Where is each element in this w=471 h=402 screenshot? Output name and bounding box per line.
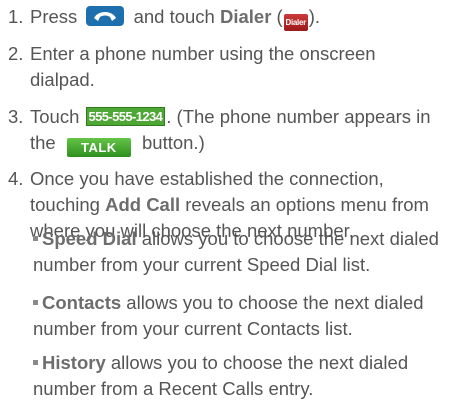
step-number: 3.: [8, 106, 24, 127]
phone-number-button: 555-555-1234: [85, 107, 166, 126]
bullet-square-icon: [33, 300, 38, 306]
step-1: 1. Press and touch Dialer (Dialer).: [8, 4, 468, 31]
step-text: Press: [30, 6, 78, 27]
step-text: button.): [142, 132, 205, 153]
talk-button: TALK: [66, 138, 131, 157]
bullet-speed-dial: Speed Dial allows you to choose the next…: [33, 226, 469, 278]
step-text-cont: touching Add Call reveals an options men…: [8, 192, 468, 218]
step-number: 1.: [8, 6, 24, 27]
bullet-title: Speed Dial: [42, 228, 137, 249]
step-text: and touch: [133, 6, 215, 27]
bullet-square-icon: [33, 360, 38, 366]
phone-icon: [86, 6, 125, 26]
bullet-text-cont: number from a Recent Calls entry.: [33, 378, 314, 399]
step-text: Once you have established the connection…: [30, 168, 384, 189]
step-text: the: [30, 132, 56, 153]
bullet-text: allows you to choose the next dialed: [126, 292, 424, 313]
step-number: 4.: [8, 168, 24, 189]
bullet-title: History: [42, 352, 106, 373]
bullet-title: Contacts: [42, 292, 122, 313]
bullet-square-icon: [33, 236, 38, 242]
add-call-label: Add Call: [105, 194, 181, 215]
step-number: 2.: [8, 43, 24, 64]
bullet-contacts: Contacts allows you to choose the next d…: [33, 290, 469, 342]
step-2: 2. Enter a phone number using the onscree…: [8, 41, 468, 93]
bullet-text-cont: number from your current Speed Dial list…: [33, 254, 371, 275]
bullet-text: allows you to choose the next dialed: [141, 228, 439, 249]
step-3: 3. Touch 555-555-1234. (The phone number …: [8, 104, 468, 157]
step-text-cont: dialpad.: [30, 69, 95, 90]
step-text: . (The phone number appears in: [166, 106, 431, 127]
bullet-text: allows you to choose the next dialed: [110, 352, 409, 373]
instructions-page: 1. Press and touch Dialer (Dialer). 2. Ent…: [0, 0, 471, 399]
step-text: touching: [30, 194, 100, 215]
step-text-cont: the TALK button.): [8, 130, 468, 157]
step-text: reveals an options menu from: [185, 194, 429, 215]
step-text: (: [276, 6, 283, 27]
dialer-label: Dialer: [219, 6, 272, 27]
step-text: Enter a phone number using the onscreen: [30, 43, 376, 64]
dialer-icon: Dialer: [283, 14, 308, 31]
step-text: ).: [308, 6, 321, 27]
bullet-history: History allows you to choose the next di…: [33, 350, 469, 402]
step-text: Touch: [30, 106, 80, 127]
bullet-text-cont: number from your current Contacts list.: [33, 318, 353, 339]
